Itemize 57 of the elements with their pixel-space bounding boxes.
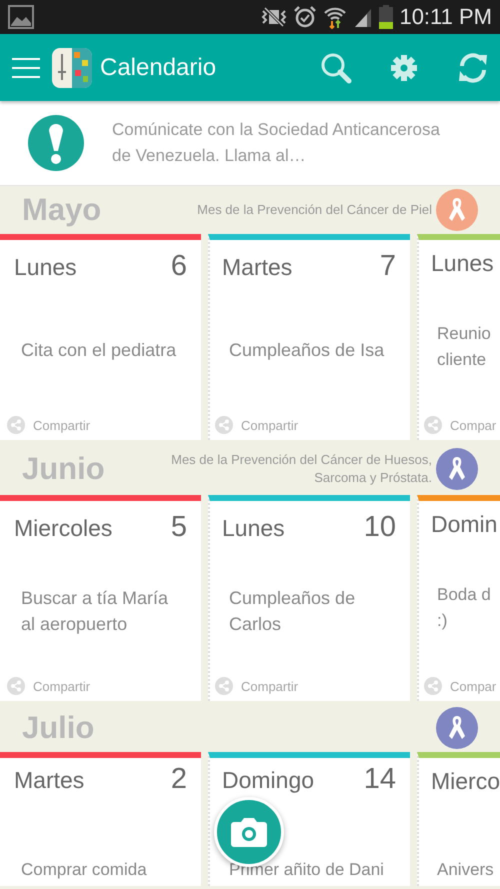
event-title: Anivers bbox=[436, 860, 495, 880]
settings-button[interactable] bbox=[390, 54, 418, 82]
settings-icon bbox=[390, 54, 418, 82]
share-icon bbox=[7, 677, 25, 695]
day-number: 6 bbox=[170, 250, 187, 283]
app-logo-icon bbox=[52, 48, 92, 88]
alert-icon bbox=[28, 115, 84, 171]
awareness-campaign: Mes de la Prevención del Cáncer de Piel bbox=[197, 201, 432, 219]
day-number: 7 bbox=[380, 250, 396, 283]
weekday: Lunes bbox=[222, 515, 286, 542]
day-number: 10 bbox=[364, 511, 396, 544]
weekday: Domingo bbox=[222, 767, 316, 794]
day-card[interactable]: Martes 2 Comprar comida bbox=[0, 752, 201, 886]
day-number: 5 bbox=[170, 511, 187, 544]
day-card[interactable]: Domin Boda d :) Compar bbox=[417, 495, 500, 701]
share-icon bbox=[215, 677, 233, 695]
event-title: Cumpleaños de Isa bbox=[228, 338, 386, 362]
menu-icon bbox=[12, 56, 40, 78]
weekday: Miercoles bbox=[14, 515, 114, 542]
event-title: Buscar a tía María al aeropuerto bbox=[20, 586, 170, 636]
weekday: Lunes bbox=[14, 254, 78, 281]
search-icon bbox=[320, 52, 352, 84]
awareness-campaign: Mes de la Prevención del Cáncer de Huesos, Sarcoma y Próstata. bbox=[170, 451, 432, 487]
weekday: Mierco bbox=[431, 768, 500, 795]
sync-button[interactable] bbox=[456, 50, 490, 84]
weekday: Domin bbox=[431, 511, 498, 538]
day-card[interactable]: Martes 7 Cumpleaños de Isa Compartir bbox=[208, 234, 410, 440]
event-title: Boda d :) bbox=[436, 584, 492, 632]
share-icon bbox=[424, 416, 442, 434]
alarm-icon bbox=[293, 5, 318, 29]
clock-time: 10:11 PM bbox=[399, 4, 492, 30]
signal-icon bbox=[353, 7, 374, 27]
sync-icon bbox=[456, 50, 490, 84]
day-card[interactable]: Lunes 10 Cumpleaños de Carlos Compartir bbox=[208, 495, 410, 701]
battery-icon bbox=[379, 5, 394, 29]
event-title: Cita con el pediatra bbox=[20, 338, 178, 362]
app-title: Calendario bbox=[100, 54, 218, 82]
event-title: Comprar comida bbox=[20, 860, 148, 880]
day-number: 14 bbox=[364, 763, 396, 796]
day-card[interactable]: Lunes Reunio cliente Compar bbox=[417, 234, 500, 440]
day-card[interactable]: Mierco Anivers bbox=[417, 752, 500, 886]
weekday: Lunes bbox=[431, 250, 495, 277]
share-icon bbox=[424, 677, 442, 695]
day-card[interactable]: Miercoles 5 Buscar a tía María al aeropuerto Compartir bbox=[0, 495, 201, 701]
event-title: Cumpleaños de Carlos bbox=[228, 586, 356, 636]
day-number: 2 bbox=[170, 763, 187, 796]
share-icon bbox=[7, 416, 25, 434]
camera-icon bbox=[231, 817, 267, 847]
share-icon bbox=[215, 416, 233, 434]
weekday: Martes bbox=[222, 254, 294, 281]
wifi-icon bbox=[323, 5, 348, 29]
day-card[interactable]: Lunes 6 Cita con el pediatra Compartir bbox=[0, 234, 201, 440]
weekday: Martes bbox=[14, 767, 86, 794]
event-title: Reunio cliente bbox=[436, 322, 492, 370]
gallery-icon bbox=[8, 5, 34, 29]
search-button[interactable] bbox=[320, 52, 352, 84]
vibrate-mute-icon bbox=[261, 7, 288, 27]
